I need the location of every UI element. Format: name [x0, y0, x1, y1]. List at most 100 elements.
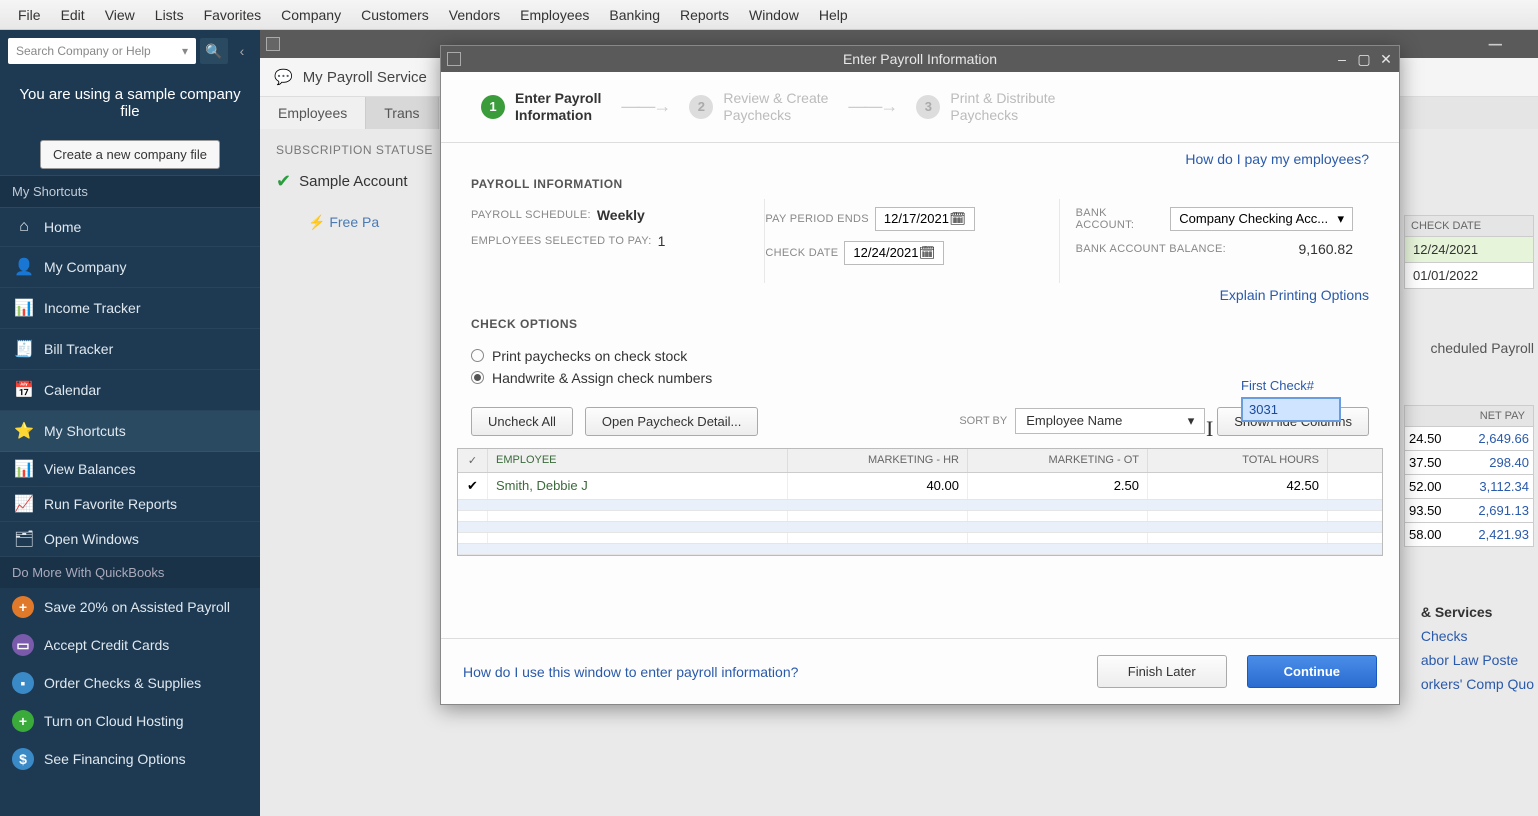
promo-label: Order Checks & Supplies	[44, 675, 201, 691]
sidebar-nav-balances[interactable]: 📊View Balances	[0, 452, 260, 487]
sort-dropdown[interactable]: Employee Name▾	[1015, 408, 1205, 434]
table-row[interactable]: 52.003,112.34	[1404, 475, 1534, 499]
sidebar-item-calendar[interactable]: 📅Calendar	[0, 370, 260, 411]
row-checkbox[interactable]: ✔	[458, 473, 488, 499]
check-date-input[interactable]: 12/24/2021🗓	[844, 241, 944, 265]
menu-customers[interactable]: Customers	[351, 3, 439, 27]
marketing-hr-value[interactable]: 40.00	[788, 473, 968, 499]
tab-transactions[interactable]: Trans	[366, 97, 438, 129]
table-row[interactable]	[458, 511, 1382, 522]
star-icon: ⭐	[14, 421, 34, 441]
help-link[interactable]: How do I pay my employees?	[441, 143, 1399, 167]
first-check-input[interactable]	[1241, 397, 1341, 422]
chevron-down-icon[interactable]: ▾	[182, 44, 188, 58]
minimize-button[interactable]: –	[1333, 51, 1351, 68]
window-icon[interactable]	[266, 37, 280, 51]
menu-favorites[interactable]: Favorites	[194, 3, 272, 27]
menu-bar[interactable]: File Edit View Lists Favorites Company C…	[0, 0, 1538, 30]
collapse-sidebar-button[interactable]: ‹	[232, 38, 252, 64]
pay-period-input[interactable]: 12/17/2021🗓	[875, 207, 975, 231]
field-label: BANK ACCOUNT BALANCE:	[1076, 243, 1226, 255]
dialog-titlebar[interactable]: Enter Payroll Information – ▢ ✕	[441, 46, 1399, 72]
table-row[interactable]: 24.502,649.66	[1404, 427, 1534, 451]
close-button[interactable]: ✕	[1377, 51, 1395, 68]
sidebar-item-company[interactable]: 👤My Company	[0, 247, 260, 288]
menu-view[interactable]: View	[95, 3, 145, 27]
menu-company[interactable]: Company	[271, 3, 351, 27]
explain-printing-link[interactable]: Explain Printing Options	[441, 283, 1399, 307]
calendar-icon[interactable]: 🗓	[919, 245, 936, 261]
radio-print-stock[interactable]: Print paychecks on check stock	[471, 345, 1369, 367]
table-row[interactable]	[458, 522, 1382, 533]
table-row[interactable]	[458, 500, 1382, 511]
table-row[interactable]: 37.50298.40	[1404, 451, 1534, 475]
sidebar-item-label: My Shortcuts	[44, 423, 126, 439]
menu-window[interactable]: Window	[739, 3, 809, 27]
calendar-icon[interactable]: 🗓	[949, 211, 966, 227]
menu-vendors[interactable]: Vendors	[439, 3, 510, 27]
service-link[interactable]: orkers' Comp Quo	[1421, 672, 1534, 696]
employee-name[interactable]: Smith, Debbie J	[488, 473, 788, 499]
column-header-marketing-hr[interactable]: MARKETING - HR	[788, 449, 968, 472]
column-header-employee[interactable]: EMPLOYEE	[488, 449, 788, 472]
payroll-dialog: Enter Payroll Information – ▢ ✕ 1 Enter …	[440, 45, 1400, 705]
total-hours-value[interactable]: 42.50	[1148, 473, 1328, 499]
uncheck-all-button[interactable]: Uncheck All	[471, 407, 573, 436]
promo-label: See Financing Options	[44, 751, 186, 767]
radio-icon	[471, 349, 484, 362]
menu-lists[interactable]: Lists	[145, 3, 194, 27]
column-header-marketing-ot[interactable]: MARKETING - OT	[968, 449, 1148, 472]
plus-icon: +	[12, 710, 34, 732]
finish-later-button[interactable]: Finish Later	[1097, 655, 1227, 688]
radio-handwrite[interactable]: Handwrite & Assign check numbers	[471, 367, 1369, 389]
sidebar-item-income[interactable]: 📊Income Tracker	[0, 288, 260, 329]
open-paycheck-detail-button[interactable]: Open Paycheck Detail...	[585, 407, 758, 436]
sidebar-item-label: Bill Tracker	[44, 341, 113, 357]
menu-edit[interactable]: Edit	[51, 3, 95, 27]
promo-finance[interactable]: $See Financing Options	[0, 740, 260, 778]
tab-employees[interactable]: Employees	[260, 97, 366, 129]
search-button[interactable]: 🔍	[200, 38, 228, 64]
promo-cards[interactable]: ▭Accept Credit Cards	[0, 626, 260, 664]
service-link[interactable]: Checks	[1421, 624, 1534, 648]
continue-button[interactable]: Continue	[1247, 655, 1377, 688]
promo-label: Accept Credit Cards	[44, 637, 169, 653]
table-row[interactable]: 12/24/2021	[1404, 237, 1534, 263]
create-company-button[interactable]: Create a new company file	[40, 140, 220, 169]
sidebar-item-home[interactable]: ⌂Home	[0, 208, 260, 247]
menu-employees[interactable]: Employees	[510, 3, 599, 27]
footer-help-link[interactable]: How do I use this window to enter payrol…	[463, 664, 798, 680]
menu-reports[interactable]: Reports	[670, 3, 739, 27]
table-row[interactable]: 58.002,421.93	[1404, 523, 1534, 547]
maximize-button[interactable]: ▢	[1355, 51, 1373, 68]
arrow-icon: ——→	[848, 96, 896, 117]
table-row[interactable]: 01/01/2022	[1404, 263, 1534, 289]
search-icon: 🔍	[205, 43, 222, 60]
search-input[interactable]: Search Company or Help ▾	[8, 38, 196, 64]
table-row[interactable]: ✔ Smith, Debbie J 40.00 2.50 42.50	[458, 473, 1382, 500]
column-header-total[interactable]: TOTAL HOURS	[1148, 449, 1328, 472]
sidebar-nav-windows[interactable]: 🗂Open Windows	[0, 522, 260, 557]
menu-help[interactable]: Help	[809, 3, 858, 27]
company-icon: 👤	[14, 257, 34, 277]
promo-checks[interactable]: ▪Order Checks & Supplies	[0, 664, 260, 702]
table-row[interactable]	[458, 544, 1382, 555]
column-header-check[interactable]: ✓	[458, 449, 488, 472]
promo-cloud[interactable]: +Turn on Cloud Hosting	[0, 702, 260, 740]
sidebar-item-label: Run Favorite Reports	[44, 496, 177, 512]
minimize-icon[interactable]: –	[1489, 30, 1502, 58]
promo-payroll[interactable]: +Save 20% on Assisted Payroll	[0, 588, 260, 626]
sidebar-nav-shortcuts[interactable]: ⭐ My Shortcuts	[0, 411, 260, 452]
sidebar-item-bill[interactable]: 🧾Bill Tracker	[0, 329, 260, 370]
menu-banking[interactable]: Banking	[599, 3, 670, 27]
bank-account-dropdown[interactable]: Company Checking Acc...▾	[1170, 207, 1353, 231]
service-link[interactable]: abor Law Poste	[1421, 648, 1534, 672]
menu-file[interactable]: File	[8, 3, 51, 27]
marketing-ot-value[interactable]: 2.50	[968, 473, 1148, 499]
income-icon: 📊	[14, 298, 34, 318]
table-row[interactable]	[458, 533, 1382, 544]
sidebar-nav-reports[interactable]: 📈Run Favorite Reports	[0, 487, 260, 522]
table-row[interactable]: 93.502,691.13	[1404, 499, 1534, 523]
account-name: Sample Account	[299, 173, 407, 190]
column-header: CHECK DATE	[1404, 215, 1534, 237]
